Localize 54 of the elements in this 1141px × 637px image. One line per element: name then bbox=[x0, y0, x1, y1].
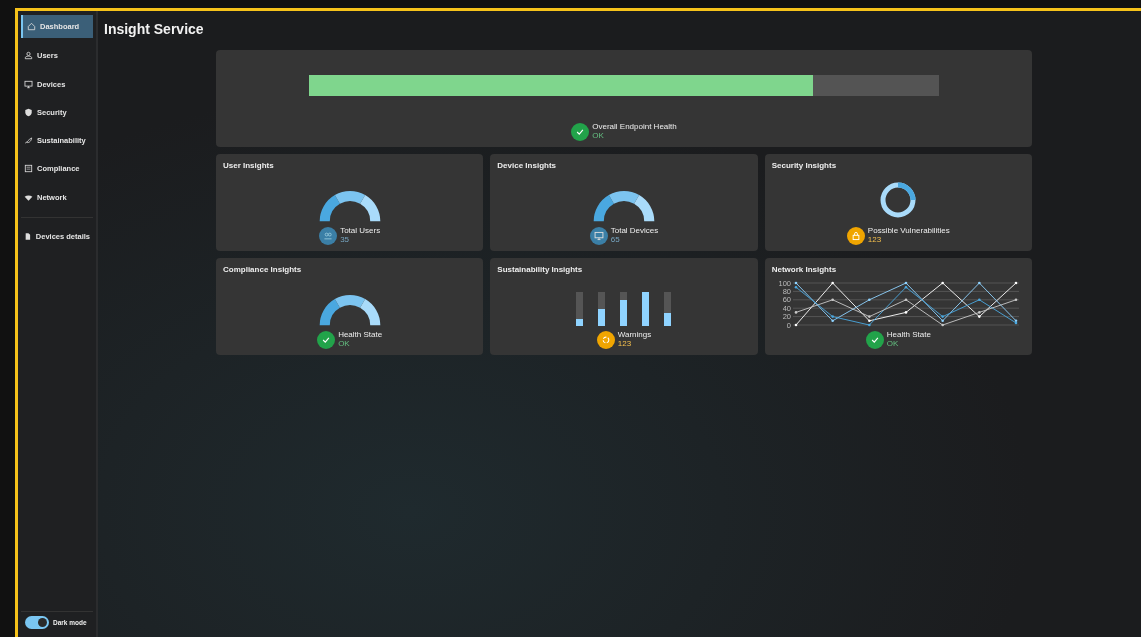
data-point bbox=[978, 298, 981, 301]
monitor-icon bbox=[24, 79, 33, 89]
stat-label: Total Devices bbox=[610, 227, 659, 236]
recycle-icon bbox=[600, 335, 611, 345]
data-point bbox=[795, 310, 798, 314]
data-point bbox=[831, 298, 835, 301]
stat-label: Health State bbox=[886, 331, 931, 340]
stat-label: Overall Endpoint Health bbox=[592, 123, 677, 132]
stat-label: Total Users bbox=[340, 227, 381, 236]
user-icon bbox=[24, 51, 33, 61]
card-title: Network Insights bbox=[771, 264, 837, 276]
file-icon bbox=[24, 231, 32, 241]
data-point bbox=[1015, 298, 1018, 301]
document-icon bbox=[24, 164, 33, 174]
page-title: Insight Service bbox=[104, 20, 205, 39]
data-point bbox=[1015, 281, 1018, 284]
stat-label: Possible Vulnerabilities bbox=[867, 227, 950, 236]
card-title: Compliance Insights bbox=[223, 264, 302, 276]
bar-meter bbox=[576, 291, 584, 326]
check-icon bbox=[575, 127, 586, 137]
users-icon bbox=[323, 231, 334, 241]
data-point bbox=[941, 281, 945, 284]
bar-meter bbox=[598, 291, 606, 326]
card-title: Sustainability Insights bbox=[497, 264, 583, 276]
data-point bbox=[978, 281, 981, 284]
data-point bbox=[868, 298, 871, 301]
leaf-icon bbox=[24, 136, 33, 146]
home-icon bbox=[27, 22, 36, 32]
stat-value: 65 bbox=[610, 236, 621, 245]
stat-value: 123 bbox=[617, 340, 633, 349]
check-icon bbox=[321, 335, 332, 345]
data-point bbox=[795, 323, 798, 326]
data-point bbox=[831, 281, 835, 284]
stat-label: Health State bbox=[338, 331, 383, 340]
stat-label: Warnings bbox=[617, 331, 652, 340]
check-icon bbox=[869, 335, 880, 345]
data-point bbox=[905, 310, 908, 314]
stat-value: 123 bbox=[867, 236, 883, 245]
stat-value: OK bbox=[886, 340, 900, 349]
stat-value: OK bbox=[592, 132, 605, 141]
stat-value: 35 bbox=[340, 236, 351, 245]
data-point bbox=[905, 298, 908, 301]
wifi-icon bbox=[24, 192, 33, 202]
shield-icon bbox=[24, 107, 33, 117]
monitor-icon bbox=[593, 231, 604, 241]
dark-mode-switch[interactable] bbox=[25, 616, 49, 629]
bar-meter bbox=[664, 291, 672, 326]
bar-meter bbox=[620, 291, 628, 326]
card-title: Device Insights bbox=[497, 160, 556, 172]
card-title: User Insights bbox=[223, 160, 274, 172]
card-title: Security Insights bbox=[771, 160, 837, 172]
stat-value: OK bbox=[338, 340, 351, 349]
lock-icon bbox=[850, 231, 861, 241]
bar-meter bbox=[642, 291, 650, 326]
